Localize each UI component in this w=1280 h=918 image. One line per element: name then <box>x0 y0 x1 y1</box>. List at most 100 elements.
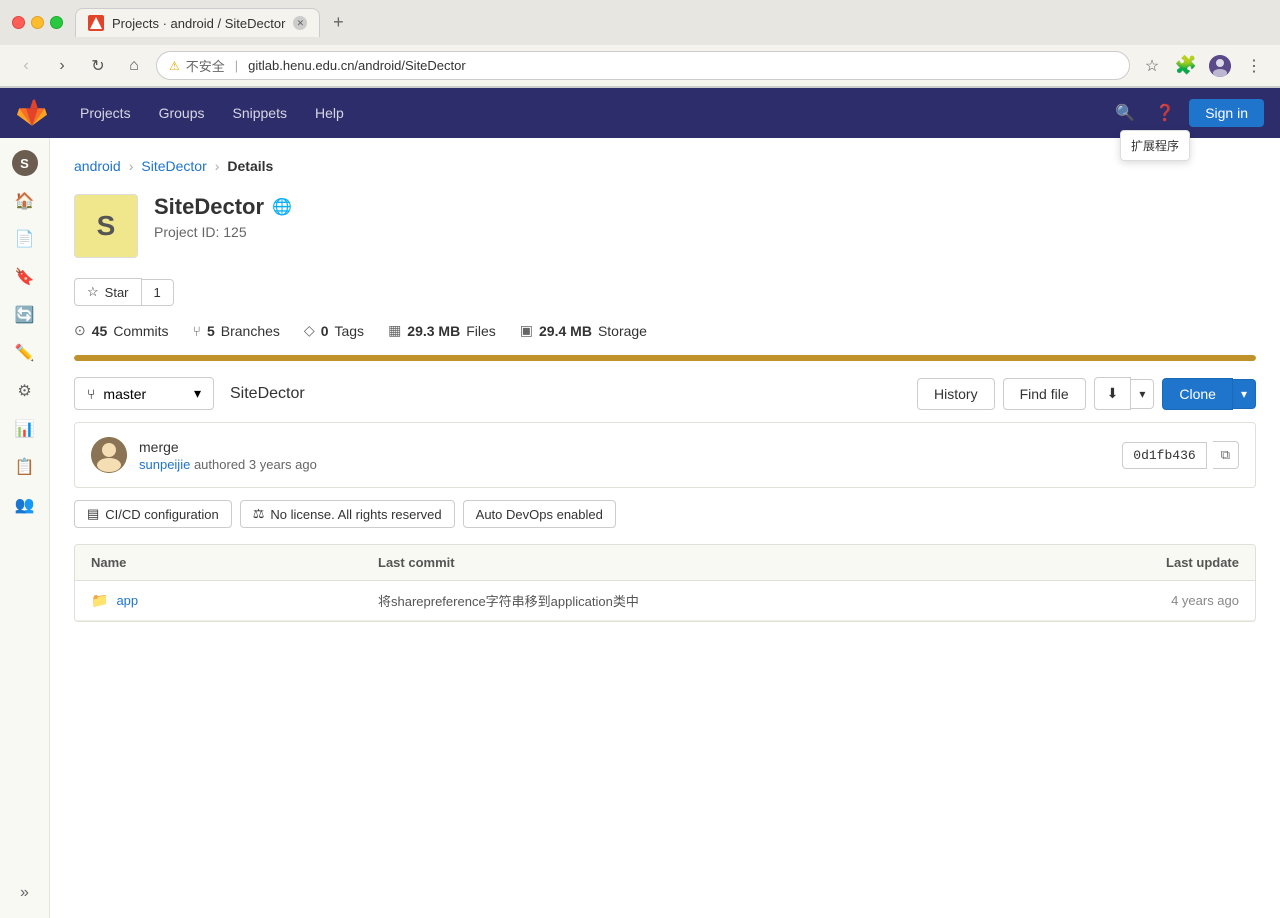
help-button[interactable]: ❓ <box>1149 97 1181 129</box>
branches-stat[interactable]: ⑂ 5 Branches <box>193 323 280 339</box>
forward-button[interactable]: › <box>48 52 76 80</box>
main-content: android › SiteDector › Details S SiteDec… <box>50 138 1280 918</box>
stats-bar: ⊙ 45 Commits ⑂ 5 Branches ◇ 0 Tags ▦ 29.… <box>74 322 1256 339</box>
clone-dropdown-button[interactable]: ▾ <box>1233 379 1256 409</box>
breadcrumb-details: Details <box>227 158 273 174</box>
clone-button[interactable]: Clone <box>1162 378 1233 410</box>
license-notice[interactable]: ⚖ No license. All rights reserved <box>240 500 455 528</box>
active-tab[interactable]: Projects · android / SiteDector ✕ <box>75 8 320 37</box>
maximize-button[interactable] <box>50 16 63 29</box>
branches-icon: ⑂ <box>193 323 201 339</box>
download-button[interactable]: ⬇ <box>1094 377 1132 410</box>
home-icon: 🏠 <box>15 191 35 211</box>
tags-stat[interactable]: ◇ 0 Tags <box>304 322 364 339</box>
back-button[interactable]: ‹ <box>12 52 40 80</box>
copy-hash-button[interactable]: ⧉ <box>1213 441 1239 469</box>
star-count: 1 <box>142 279 174 306</box>
breadcrumb-android[interactable]: android <box>74 158 121 174</box>
profile-button[interactable] <box>1206 52 1234 80</box>
chevron-down-icon: ▾ <box>194 385 201 402</box>
project-info: SiteDector 🌐 Project ID: 125 <box>154 194 292 240</box>
download-section: ⬇ ▾ <box>1094 377 1155 410</box>
history-button[interactable]: History <box>917 378 995 410</box>
home-button[interactable]: ⌂ <box>120 52 148 80</box>
sidebar-item-home[interactable]: 🏠 <box>8 184 42 218</box>
commit-message: merge <box>139 439 1110 455</box>
storage-stat[interactable]: ▣ 29.4 MB Storage <box>520 322 647 339</box>
table-row: 📁 app 将sharepreference字符串移到application类中… <box>75 581 1255 621</box>
bookmark-icon: 🔖 <box>15 267 35 287</box>
commit-author-avatar <box>91 437 127 473</box>
extension-button[interactable]: 🧩 <box>1172 52 1200 80</box>
sidebar-item-operations[interactable]: ⚙ <box>8 374 42 408</box>
url-warning-label: 不安全 <box>186 56 225 75</box>
address-bar[interactable]: ⚠ 不安全 | gitlab.henu.edu.cn/android/SiteD… <box>156 51 1130 80</box>
extension-tooltip: 扩展程序 <box>1120 130 1190 161</box>
sidebar-item-merge-requests[interactable]: 🔄 <box>8 298 42 332</box>
cicd-notice[interactable]: ▤ CI/CD configuration <box>74 500 232 528</box>
branch-icon: ⑂ <box>87 386 95 402</box>
star-button[interactable]: ☆ Star <box>74 278 142 306</box>
commits-stat[interactable]: ⊙ 45 Commits <box>74 322 169 339</box>
commit-hash-section: 0d1fb436 ⧉ <box>1122 441 1239 469</box>
breadcrumb: android › SiteDector › Details <box>74 158 1256 174</box>
commit-info: merge sunpeijie authored 3 years ago 0d1… <box>74 422 1256 488</box>
files-stat[interactable]: ▦ 29.3 MB Files <box>388 322 496 339</box>
commit-author[interactable]: sunpeijie <box>139 457 190 472</box>
topnav-groups[interactable]: Groups <box>147 99 217 127</box>
edit-icon: ✏️ <box>15 343 35 363</box>
tab-close-button[interactable]: ✕ <box>293 16 307 30</box>
reload-button[interactable]: ↻ <box>84 52 112 80</box>
new-tab-button[interactable]: + <box>324 9 352 37</box>
bookmark-button[interactable]: ☆ <box>1138 52 1166 80</box>
registry-icon: 📋 <box>15 457 35 477</box>
clone-section: Clone ▾ <box>1162 378 1256 410</box>
main-layout: S 🏠 📄 🔖 🔄 ✏️ ⚙ 📊 <box>0 138 1280 918</box>
find-file-button[interactable]: Find file <box>1003 378 1086 410</box>
sidebar-avatar[interactable]: S <box>8 146 42 180</box>
more-options-button[interactable]: ⋮ <box>1240 52 1268 80</box>
topnav-actions: 🔍 ❓ Sign in <box>1109 97 1264 129</box>
traffic-lights <box>12 16 63 29</box>
folder-icon: 📁 <box>91 592 108 609</box>
snippets-icon: 📄 <box>15 229 35 249</box>
breadcrumb-sep-1: › <box>129 158 134 174</box>
activity-progress-bar <box>74 355 1256 361</box>
star-section: ☆ Star 1 <box>74 278 1256 306</box>
sidebar-item-bookmarks[interactable]: 🔖 <box>8 260 42 294</box>
project-title: SiteDector 🌐 <box>154 194 292 220</box>
sidebar-item-members[interactable]: 👥 <box>8 488 42 522</box>
signin-button[interactable]: Sign in <box>1189 99 1264 127</box>
sidebar: S 🏠 📄 🔖 🔄 ✏️ ⚙ 📊 <box>0 138 50 918</box>
topnav-snippets[interactable]: Snippets <box>221 99 299 127</box>
topnav-help[interactable]: Help <box>303 99 356 127</box>
operations-icon: ⚙ <box>17 381 31 401</box>
nav-actions: ☆ 🧩 ⋮ <box>1138 52 1268 80</box>
minimize-button[interactable] <box>31 16 44 29</box>
analytics-icon: 📊 <box>15 419 35 439</box>
sidebar-item-snippets[interactable]: 📄 <box>8 222 42 256</box>
search-button[interactable]: 🔍 <box>1109 97 1141 129</box>
sidebar-item-edit[interactable]: ✏️ <box>8 336 42 370</box>
file-name-label: app <box>116 593 138 608</box>
file-table: Name Last commit Last update 📁 app 将shar… <box>74 544 1256 622</box>
file-name-app[interactable]: 📁 app <box>91 592 378 609</box>
download-dropdown-button[interactable]: ▾ <box>1131 379 1154 409</box>
project-header: S SiteDector 🌐 Project ID: 125 <box>74 194 1256 258</box>
file-commit-message: 将sharepreference字符串移到application类中 <box>378 591 952 610</box>
devops-notice[interactable]: Auto DevOps enabled <box>463 500 616 528</box>
tab-title: Projects · android / SiteDector <box>112 16 285 31</box>
breadcrumb-sitedector[interactable]: SiteDector <box>141 158 206 174</box>
topnav-projects[interactable]: Projects <box>68 99 143 127</box>
branch-dropdown[interactable]: ⑂ master ▾ <box>74 377 214 410</box>
breadcrumb-sep-2: › <box>215 158 220 174</box>
browser-titlebar: Projects · android / SiteDector ✕ + <box>0 0 1280 45</box>
star-icon: ☆ <box>87 284 99 300</box>
sidebar-item-registry[interactable]: 📋 <box>8 450 42 484</box>
sidebar-item-analytics[interactable]: 📊 <box>8 412 42 446</box>
commit-hash-code: 0d1fb436 <box>1122 442 1206 469</box>
close-button[interactable] <box>12 16 25 29</box>
tab-favicon <box>88 15 104 31</box>
sidebar-expand-button[interactable]: » <box>8 876 42 910</box>
gitlab-logo[interactable] <box>16 97 48 129</box>
